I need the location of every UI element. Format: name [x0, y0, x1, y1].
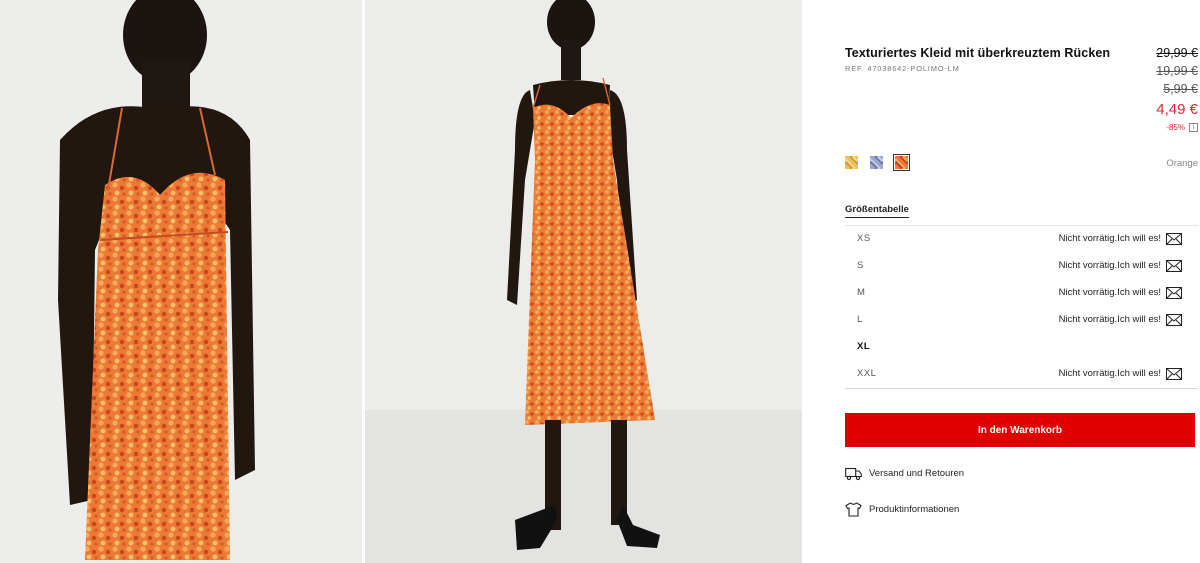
- color-swatch-blue[interactable]: [870, 156, 883, 169]
- product-photo-fullbody[interactable]: [365, 0, 802, 563]
- size-list: XS Nicht vorrätig.Ich will es! S Nicht v…: [845, 225, 1198, 389]
- size-row-xl[interactable]: XL: [845, 333, 1198, 360]
- stock-status: Nicht vorrätig.Ich will es!: [1058, 287, 1161, 298]
- size-label: S: [857, 260, 864, 271]
- current-price: 4,49 €: [1156, 101, 1198, 118]
- envelope-icon[interactable]: [1166, 232, 1182, 245]
- color-swatches: [845, 154, 910, 171]
- truck-icon: [845, 467, 862, 481]
- envelope-icon[interactable]: [1166, 259, 1182, 272]
- stock-status: Nicht vorrätig.Ich will es!: [1058, 233, 1161, 244]
- size-label: L: [857, 314, 863, 325]
- discount-badge: -85% i: [1166, 123, 1198, 132]
- product-reference: REF. 47038642-POLIMO-LM: [845, 64, 960, 73]
- original-price-2: 19,99 €: [1156, 64, 1198, 78]
- size-row-l[interactable]: L Nicht vorrätig.Ich will es!: [845, 306, 1198, 333]
- product-info-link[interactable]: Produktinformationen: [845, 502, 959, 517]
- size-label: XL: [857, 341, 871, 352]
- envelope-icon[interactable]: [1166, 286, 1182, 299]
- size-label: XXL: [857, 368, 877, 379]
- size-row-s[interactable]: S Nicht vorrätig.Ich will es!: [845, 252, 1198, 279]
- info-icon[interactable]: i: [1189, 123, 1198, 132]
- color-swatch-orange[interactable]: [893, 154, 910, 171]
- product-info-label: Produktinformationen: [869, 504, 960, 515]
- stock-status: Nicht vorrätig.Ich will es!: [1058, 260, 1161, 271]
- selected-color-name: Orange: [1166, 158, 1198, 169]
- discount-percent: -85%: [1166, 123, 1185, 132]
- size-guide-link[interactable]: Größentabelle: [845, 204, 909, 218]
- original-price-1: 29,99 €: [1156, 46, 1198, 60]
- add-to-cart-button[interactable]: In den Warenkorb: [845, 413, 1195, 447]
- model-fullbody-illustration: [365, 0, 802, 563]
- shipping-returns-label: Versand und Retouren: [869, 468, 965, 479]
- size-label: XS: [857, 233, 871, 244]
- size-row-xs[interactable]: XS Nicht vorrätig.Ich will es!: [845, 226, 1198, 252]
- product-title: Texturiertes Kleid mit überkreuztem Rück…: [845, 46, 1111, 60]
- shirt-icon: [845, 502, 862, 517]
- product-details-panel: Texturiertes Kleid mit überkreuztem Rück…: [802, 0, 1200, 563]
- size-label: M: [857, 287, 866, 298]
- size-row-m[interactable]: M Nicht vorrätig.Ich will es!: [845, 279, 1198, 306]
- envelope-icon[interactable]: [1166, 313, 1182, 326]
- product-photo-closeup[interactable]: [0, 0, 362, 563]
- shipping-returns-link[interactable]: Versand und Retouren: [845, 466, 964, 481]
- envelope-icon[interactable]: [1166, 367, 1182, 380]
- stock-status: Nicht vorrätig.Ich will es!: [1058, 314, 1161, 325]
- original-price-3: 5,99 €: [1163, 82, 1198, 96]
- model-closeup-illustration: [0, 0, 362, 563]
- stock-status: Nicht vorrätig.Ich will es!: [1058, 368, 1161, 379]
- color-swatch-yellow[interactable]: [845, 156, 858, 169]
- size-row-xxl[interactable]: XXL Nicht vorrätig.Ich will es!: [845, 360, 1198, 387]
